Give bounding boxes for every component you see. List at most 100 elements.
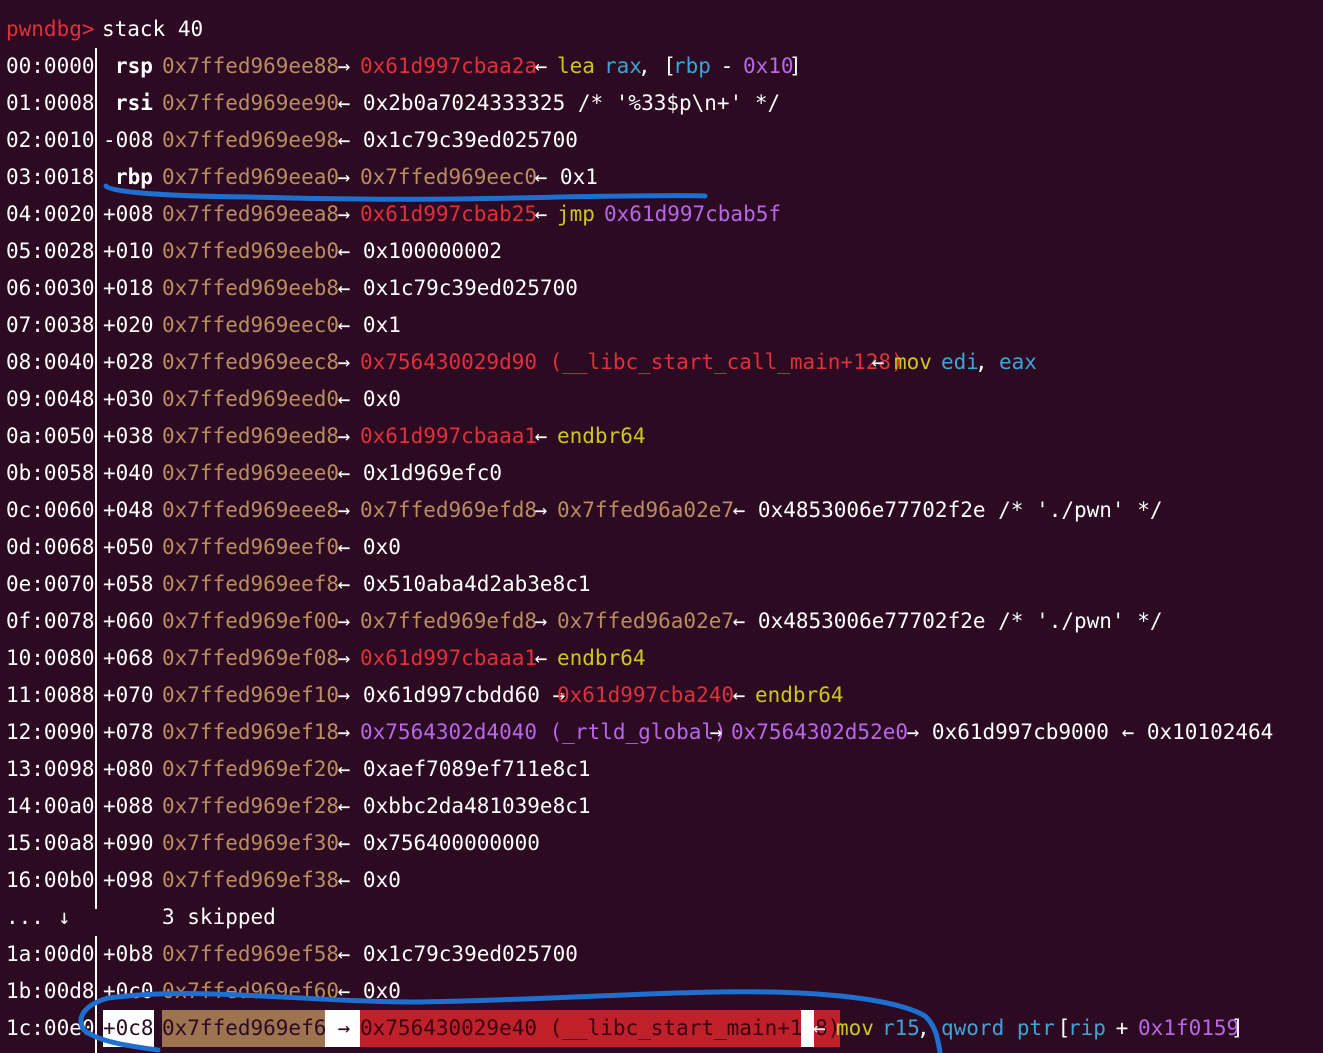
- stack-index: 00:0000: [6, 54, 95, 78]
- value-text: ← 0x756400000000: [325, 831, 540, 855]
- stack-address: 0x7ffed969ee98: [162, 128, 340, 152]
- value-text: ←: [522, 54, 560, 78]
- data-pointer: 0x10: [743, 54, 794, 78]
- register-operand: rip: [1068, 1016, 1106, 1040]
- stack-index: 0f:0078: [6, 609, 95, 633]
- stack-row: 01:0008 rsi 0x7ffed969ee90 ← 0x2b0a7024333…: [0, 85, 1323, 122]
- stack-address: 0x7ffed969eeb8: [162, 276, 340, 300]
- terminal-window[interactable]: pwndbg> stack 40 00:0000 rsp 0x7ffed969ee8…: [0, 0, 1323, 1053]
- code-pointer: 0x61d997cbaa2a: [360, 54, 538, 78]
- register-operand: rax: [604, 54, 642, 78]
- stack-pointer-value: 0x7ffed96a02e7: [557, 498, 735, 522]
- stack-address: 0x7ffed969ee90: [162, 91, 340, 115]
- stack-address: 0x7ffed969eed8: [162, 424, 340, 448]
- value-text: ← 0xaef7089ef711e8c1: [325, 757, 591, 781]
- stack-row: 11:0088 +070 0x7ffed969ef10 → 0x61d997cbdd…: [0, 677, 1323, 714]
- data-pointer: 0x7564302d52e0: [731, 720, 909, 744]
- stack-index: 1a:00d0: [6, 942, 95, 966]
- stack-address: 0x7ffed969eef0: [162, 535, 340, 559]
- skipped-row: ... ↓ 3 skipped: [0, 899, 1323, 936]
- stack-row: 1c:00e0 +0c8 0x7ffed969ef68 → 0x756430029e…: [0, 1010, 1323, 1047]
- value-text: ←: [522, 424, 560, 448]
- value-text: , [: [638, 54, 676, 78]
- stack-row: 08:0040 +028 0x7ffed969eec8 → 0x756430029d…: [0, 344, 1323, 381]
- stack-offset: +0c8: [103, 1010, 154, 1047]
- value-text: ←: [813, 1016, 839, 1040]
- command-text[interactable]: stack 40: [102, 11, 203, 48]
- instruction-mnemonic: endbr64: [755, 683, 844, 707]
- value-text: ← 0x510aba4d2ab3e8c1: [325, 572, 591, 596]
- value-text: →: [522, 609, 560, 633]
- value-text: →: [325, 54, 363, 78]
- stack-address: 0x7ffed969eeb0: [162, 239, 340, 263]
- stack-index: 06:0030: [6, 276, 95, 300]
- value-text: ← 0x4853006e77702f2e /* './pwn' */: [720, 498, 1163, 522]
- truncated-previous-line: [0, 0, 1323, 6]
- stack-index: 03:0018: [6, 165, 95, 189]
- value-text: ← 0x1d969efc0: [325, 461, 503, 485]
- stack-address: 0x7ffed969ef00: [162, 609, 340, 633]
- register-operand: edi: [941, 350, 979, 374]
- stack-address: 0x7ffed969ef58: [162, 942, 340, 966]
- instruction-mnemonic: jmp: [557, 202, 595, 226]
- stack-row: 04:0020 +008 0x7ffed969eea8 → 0x61d997cbab…: [0, 196, 1323, 233]
- value-text: ←: [859, 350, 897, 374]
- stack-row: 09:0048 +030 0x7ffed969eed0 ← 0x0: [0, 381, 1323, 418]
- stack-pointer-value: 0x7ffed969eec0: [360, 165, 538, 189]
- stack-row: 07:0038 +020 0x7ffed969eec0 ← 0x1: [0, 307, 1323, 344]
- register-operand: rbp: [673, 54, 711, 78]
- value-text: →: [325, 720, 363, 744]
- stack-offset: +058: [103, 572, 154, 596]
- stack-address: 0x7ffed969ef18: [162, 720, 340, 744]
- stack-row: 12:0090 +078 0x7ffed969ef18 → 0x7564302d40…: [0, 714, 1323, 751]
- stack-row: 00:0000 rsp 0x7ffed969ee88 → 0x61d997cbaa2…: [0, 48, 1323, 85]
- stack-offset: +090: [103, 831, 154, 855]
- stack-index: 0e:0070: [6, 572, 95, 596]
- stack-index: 1c:00e0: [6, 1016, 95, 1040]
- data-pointer: 0x1f0159: [1138, 1016, 1240, 1040]
- stack-index: 0b:0058: [6, 461, 95, 485]
- stack-row: 02:0010 -008 0x7ffed969ee98 ← 0x1c79c39ed0…: [0, 122, 1323, 159]
- value-text: →: [325, 424, 363, 448]
- prompt-line: pwndbg> stack 40: [0, 11, 1323, 48]
- stack-offset: +0c0: [103, 979, 154, 1003]
- stack-row: 16:00b0 +098 0x7ffed969ef38 ← 0x0: [0, 862, 1323, 899]
- value-text: → 0x61d997cb9000 ← 0x10102464: [894, 720, 1274, 744]
- value-text: →: [697, 720, 735, 744]
- stack-row: 0d:0068 +050 0x7ffed969eef0 ← 0x0: [0, 529, 1323, 566]
- stack-address: 0x7ffed969eee0: [162, 461, 340, 485]
- stack-index: 04:0020: [6, 202, 95, 226]
- stack-address: 0x7ffed969ef38: [162, 868, 340, 892]
- value-text: ← 0x0: [325, 979, 401, 1003]
- value-text: ← 0x1c79c39ed025700: [325, 942, 578, 966]
- code-pointer: 0x61d997cbab25: [360, 202, 538, 226]
- value-text: [929, 344, 942, 381]
- stack-index: 15:00a8: [6, 831, 95, 855]
- value-text: ← 0x100000002: [325, 239, 503, 263]
- stack-address: 0x7ffed969eee8: [162, 498, 340, 522]
- stack-address: 0x7ffed969eec8: [162, 350, 340, 374]
- code-pointer: 0x61d997cbaaa1: [360, 646, 538, 670]
- register-operand: qword ptr: [941, 1016, 1055, 1040]
- stack-offset: -008: [103, 128, 154, 152]
- value-text: [: [1045, 1016, 1071, 1040]
- value-text: →: [522, 498, 560, 522]
- stack-offset: +008: [103, 202, 154, 226]
- data-pointer: 0x61d997cbab5f: [604, 202, 782, 226]
- stack-address: 0x7ffed969eec0: [162, 313, 340, 337]
- value-text: ← 0x1c79c39ed025700: [325, 128, 578, 152]
- stack-row: 15:00a8 +090 0x7ffed969ef30 ← 0x7564000000…: [0, 825, 1323, 862]
- stack-index: 0d:0068: [6, 535, 95, 559]
- stack-offset: +040: [103, 461, 154, 485]
- stack-address: 0x7ffed969ee88: [162, 54, 340, 78]
- stack-index: 0c:0060: [6, 498, 95, 522]
- stack-address: 0x7ffed969eed0: [162, 387, 340, 411]
- stack-pointer-value: 0x7ffed969efd8: [360, 498, 538, 522]
- down-arrow-icon: ↓: [58, 905, 71, 929]
- value-text: →: [325, 1010, 363, 1047]
- stack-index: 11:0088: [6, 683, 95, 707]
- stack-row: 1a:00d0 +0b8 0x7ffed969ef58 ← 0x1c79c39ed0…: [0, 936, 1323, 973]
- stack-offset: +020: [103, 313, 154, 337]
- value-text: +: [1103, 1016, 1141, 1040]
- register-operand: r15: [882, 1016, 920, 1040]
